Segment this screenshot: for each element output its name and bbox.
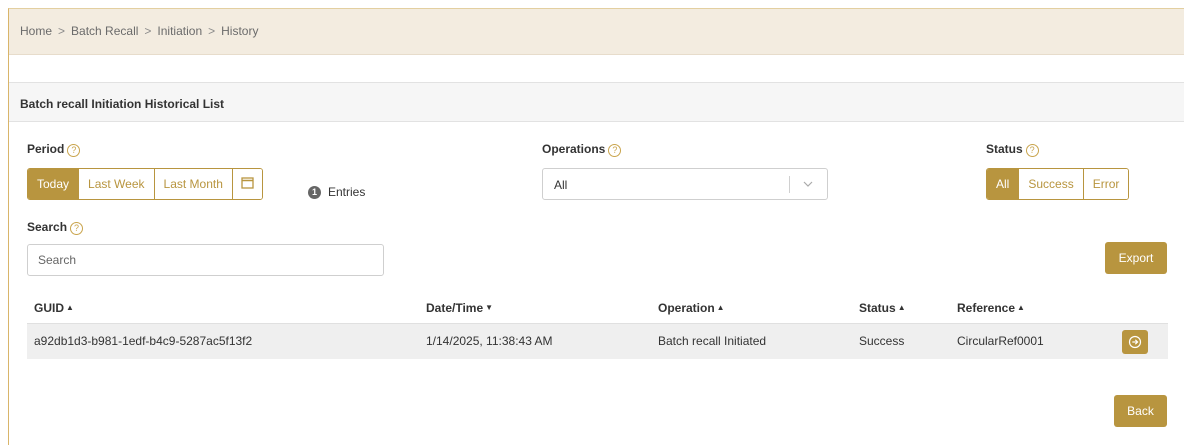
page-frame: Home > Batch Recall > Initiation > History Bat… — [8, 8, 1184, 445]
column-header-operation[interactable]: Operation ▲ — [651, 293, 852, 324]
breadcrumb-history: History — [221, 24, 259, 38]
export-button[interactable]: Export — [1105, 242, 1167, 274]
cell-action — [1102, 323, 1168, 359]
breadcrumb-separator: > — [144, 24, 152, 38]
status-error-button[interactable]: Error — [1083, 169, 1129, 199]
operations-label: Operations? — [542, 142, 622, 157]
period-last-week-button[interactable]: Last Week — [79, 169, 155, 199]
help-icon[interactable]: ? — [608, 144, 622, 157]
operations-label-text: Operations — [542, 142, 606, 156]
help-icon[interactable]: ? — [67, 144, 81, 157]
entries-label: Entries — [328, 185, 366, 199]
breadcrumb: Home > Batch Recall > Initiation > History — [9, 9, 1184, 55]
cell-reference: CircularRef0001 — [950, 323, 1102, 359]
column-header-label: Operation — [658, 300, 715, 315]
column-header-datetime[interactable]: Date/Time ▼ — [419, 293, 651, 324]
status-label: Status? — [986, 142, 1039, 157]
calendar-icon — [241, 177, 254, 189]
cell-status: Success — [852, 323, 950, 359]
chevron-down-icon[interactable] — [801, 177, 815, 191]
column-header-guid[interactable]: GUID ▲ — [27, 293, 419, 324]
status-success-button[interactable]: Success — [1019, 169, 1084, 199]
table-row: a92db1d3-b981-1edf-b4c9-5287ac5f13f2 1/1… — [27, 323, 1168, 359]
operations-select[interactable]: All — [542, 168, 828, 200]
period-selector: Today Last Week Last Month — [27, 168, 263, 200]
period-label-text: Period — [27, 142, 65, 156]
row-details-button[interactable] — [1122, 329, 1148, 354]
sort-asc-icon: ▲ — [66, 302, 74, 312]
calendar-button[interactable] — [232, 169, 262, 199]
panel-title: Batch recall Initiation Historical List — [9, 82, 1184, 122]
breadcrumb-home[interactable]: Home — [20, 24, 52, 38]
breadcrumb-separator: > — [58, 24, 66, 38]
column-header-label: Reference — [957, 300, 1016, 315]
breadcrumb-batch-recall[interactable]: Batch Recall — [71, 24, 138, 38]
table-header-row: GUID ▲ Date/Time ▼ Operation ▲ Status ▲ Refe… — [27, 293, 1168, 324]
select-divider — [789, 176, 790, 193]
period-last-month-button[interactable]: Last Month — [154, 169, 233, 199]
sort-asc-icon: ▲ — [716, 302, 725, 312]
sort-asc-icon: ▲ — [1017, 302, 1025, 312]
entries-count-badge: 1 — [308, 186, 321, 199]
arrow-right-circle-icon — [1128, 335, 1142, 348]
status-label-text: Status — [986, 142, 1023, 156]
cell-operation: Batch recall Initiated — [651, 323, 852, 359]
help-icon[interactable]: ? — [1025, 144, 1039, 157]
status-filter: All Success Error — [986, 168, 1130, 200]
back-button[interactable]: Back — [1114, 395, 1167, 427]
operations-selected-value: All — [554, 178, 568, 192]
history-table: GUID ▲ Date/Time ▼ Operation ▲ Status ▲ Refe… — [27, 293, 1168, 359]
breadcrumb-separator: > — [208, 24, 216, 38]
column-header-label: Date/Time — [426, 300, 484, 315]
status-all-button[interactable]: All — [987, 169, 1020, 199]
column-header-label: GUID — [34, 300, 64, 315]
cell-datetime: 1/14/2025, 11:38:43 AM — [419, 323, 651, 359]
sort-asc-icon: ▲ — [897, 302, 906, 312]
search-label-text: Search — [27, 220, 68, 234]
column-header-status[interactable]: Status ▲ — [852, 293, 950, 324]
search-input[interactable] — [27, 244, 384, 276]
cell-guid: a92db1d3-b981-1edf-b4c9-5287ac5f13f2 — [27, 323, 419, 359]
sort-desc-icon: ▼ — [485, 302, 494, 312]
column-header-reference[interactable]: Reference ▲ — [950, 293, 1102, 324]
breadcrumb-initiation[interactable]: Initiation — [157, 24, 202, 38]
help-icon[interactable]: ? — [70, 222, 84, 235]
column-header-actions — [1102, 293, 1168, 324]
period-today-button[interactable]: Today — [28, 169, 80, 199]
column-header-label: Status — [859, 300, 896, 315]
search-label: Search? — [27, 220, 84, 235]
period-label: Period? — [27, 142, 81, 157]
